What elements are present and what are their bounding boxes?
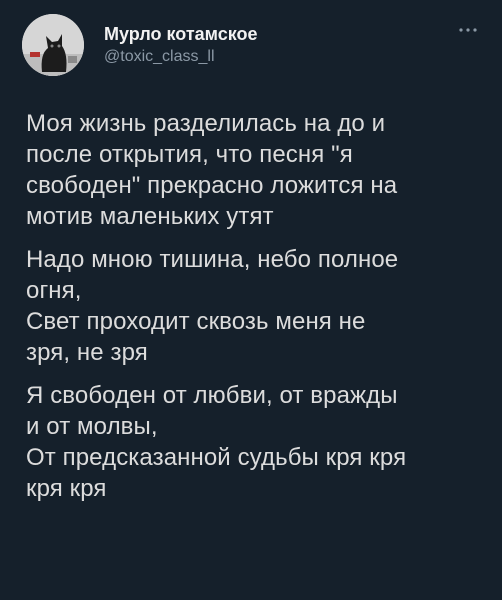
tweet-paragraph: Надо мною тишина, небо полное огня, Свет… bbox=[26, 244, 486, 368]
tweet-line: От предсказанной судьбы кря кря bbox=[26, 444, 407, 471]
author-name[interactable]: Мурло котамское bbox=[104, 24, 258, 45]
cat-avatar-image bbox=[22, 14, 84, 76]
author-handle[interactable]: @toxic_class_ll bbox=[104, 48, 215, 66]
tweet-line: свободен" прекрасно ложится на bbox=[26, 172, 398, 199]
ellipsis-icon[interactable] bbox=[456, 22, 480, 38]
tweet-card: Мурло котамское @toxic_class_ll Моя жизн… bbox=[0, 0, 502, 600]
tweet-line: и от молвы, bbox=[26, 413, 158, 440]
tweet-paragraph: Я свободен от любви, от вражды и от молв… bbox=[26, 380, 486, 504]
tweet-text: Моя жизнь разделилась на до и после откр… bbox=[26, 108, 486, 516]
tweet-line: зря, не зря bbox=[26, 339, 148, 366]
tweet-line: Моя жизнь разделилась на до и bbox=[26, 110, 386, 137]
tweet-line: мотив маленьких утят bbox=[26, 203, 274, 230]
tweet-line: после открытия, что песня "я bbox=[26, 141, 353, 168]
tweet-line: Надо мною тишина, небо полное bbox=[26, 246, 399, 273]
avatar[interactable] bbox=[22, 14, 84, 76]
tweet-paragraph: Моя жизнь разделилась на до и после откр… bbox=[26, 108, 486, 232]
tweet-line: Свет проходит сквозь меня не bbox=[26, 308, 366, 335]
tweet-line: Я свободен от любви, от вражды bbox=[26, 382, 398, 409]
tweet-line: кря кря bbox=[26, 475, 107, 502]
tweet-line: огня, bbox=[26, 277, 82, 304]
